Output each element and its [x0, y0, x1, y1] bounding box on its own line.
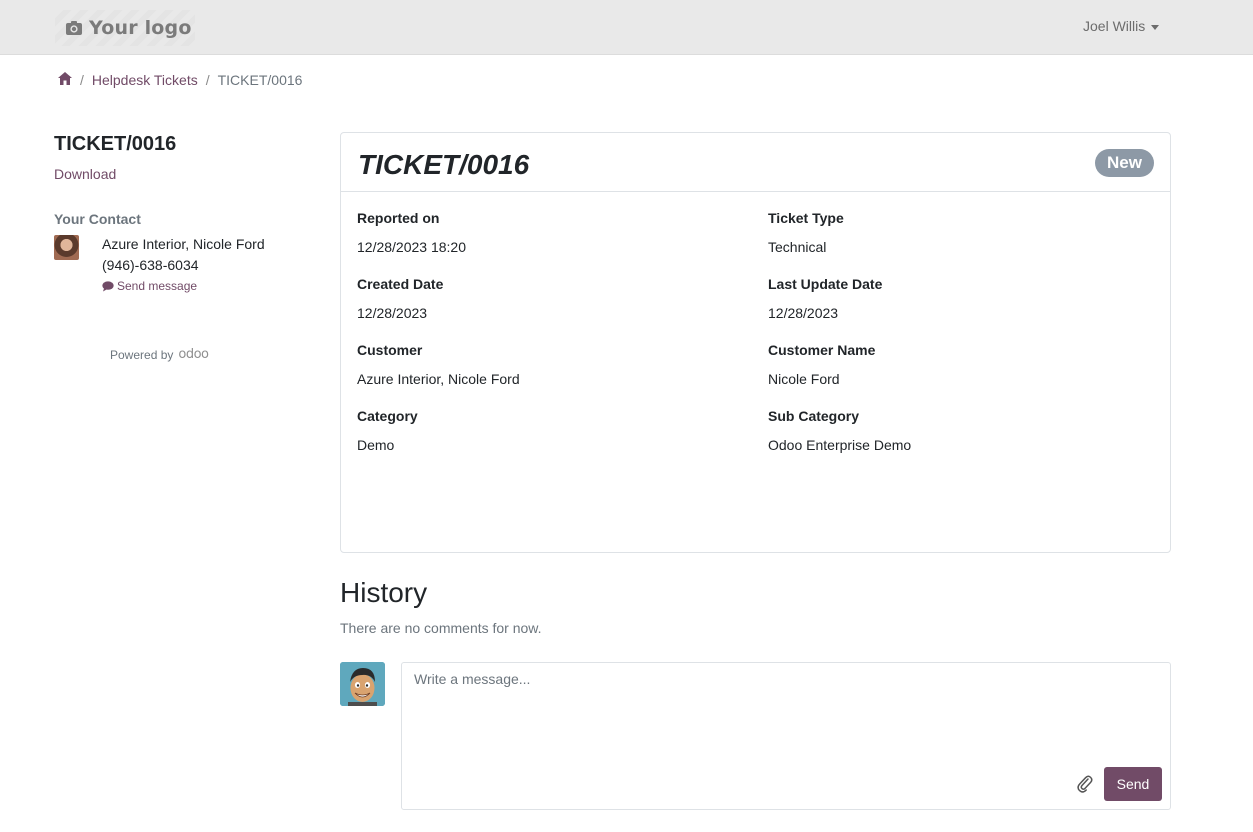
- created-date-value: 12/28/2023: [357, 305, 428, 321]
- contact-avatar: [54, 235, 79, 260]
- last-update-date-label: Last Update Date: [768, 276, 883, 292]
- top-navbar: Your logo Joel Willis: [0, 0, 1253, 55]
- breadcrumb-separator: /: [205, 72, 210, 88]
- home-icon: [58, 72, 72, 85]
- download-link[interactable]: Download: [54, 166, 116, 182]
- current-user-avatar: [340, 662, 385, 706]
- user-avatar-illustration: [340, 662, 385, 706]
- logo-text: Your logo: [89, 17, 192, 39]
- ticket-card: TICKET/0016 New Reported on 12/28/2023 1…: [340, 132, 1171, 553]
- send-message-label: Send message: [117, 279, 198, 293]
- ticket-card-header: TICKET/0016 New: [341, 133, 1170, 192]
- caret-down-icon: [1151, 24, 1160, 30]
- status-badge: New: [1095, 149, 1154, 177]
- user-menu-dropdown[interactable]: Joel Willis: [1083, 18, 1160, 34]
- send-message-link[interactable]: Send message: [102, 279, 197, 293]
- sub-category-label: Sub Category: [768, 408, 860, 424]
- contact-phone: (946)-638-6034: [102, 257, 199, 273]
- breadcrumb-helpdesk-tickets[interactable]: Helpdesk Tickets: [92, 72, 198, 88]
- message-composer: Send: [401, 662, 1171, 810]
- comment-icon: [102, 280, 114, 291]
- reported-on-label: Reported on: [357, 210, 440, 226]
- camera-icon: [66, 21, 82, 35]
- breadcrumb-home-link[interactable]: [58, 72, 72, 88]
- send-button[interactable]: Send: [1104, 767, 1162, 801]
- reported-on-value: 12/28/2023 18:20: [357, 239, 466, 255]
- no-comments-text: There are no comments for now.: [340, 620, 542, 636]
- customer-name-value: Nicole Ford: [768, 371, 840, 387]
- category-label: Category: [357, 408, 418, 424]
- breadcrumb: / Helpdesk Tickets / TICKET/0016: [58, 72, 302, 88]
- category-value: Demo: [357, 437, 395, 453]
- ticket-type-value: Technical: [768, 239, 827, 255]
- powered-by: Powered by odoo: [110, 347, 209, 362]
- contact-name: Azure Interior, Nicole Ford: [102, 236, 265, 252]
- contact-heading: Your Contact: [54, 211, 141, 227]
- ticket-type-label: Ticket Type: [768, 210, 844, 226]
- paperclip-icon[interactable]: [1077, 775, 1093, 793]
- powered-by-label: Powered by: [110, 347, 174, 362]
- created-date-label: Created Date: [357, 276, 444, 292]
- odoo-brand-logo[interactable]: odoo: [178, 347, 209, 362]
- customer-label: Customer: [357, 342, 423, 358]
- customer-name-label: Customer Name: [768, 342, 876, 358]
- user-name: Joel Willis: [1083, 18, 1146, 34]
- company-logo[interactable]: Your logo: [55, 10, 195, 46]
- sub-category-value: Odoo Enterprise Demo: [768, 437, 912, 453]
- customer-value: Azure Interior, Nicole Ford: [357, 371, 520, 387]
- last-update-date-value: 12/28/2023: [768, 305, 839, 321]
- breadcrumb-current: TICKET/0016: [217, 72, 303, 88]
- message-input[interactable]: [402, 663, 1170, 809]
- history-heading: History: [340, 577, 428, 608]
- sidebar-ticket-title: TICKET/0016: [54, 133, 177, 155]
- ticket-title: TICKET/0016: [358, 149, 530, 180]
- breadcrumb-separator: /: [80, 72, 84, 88]
